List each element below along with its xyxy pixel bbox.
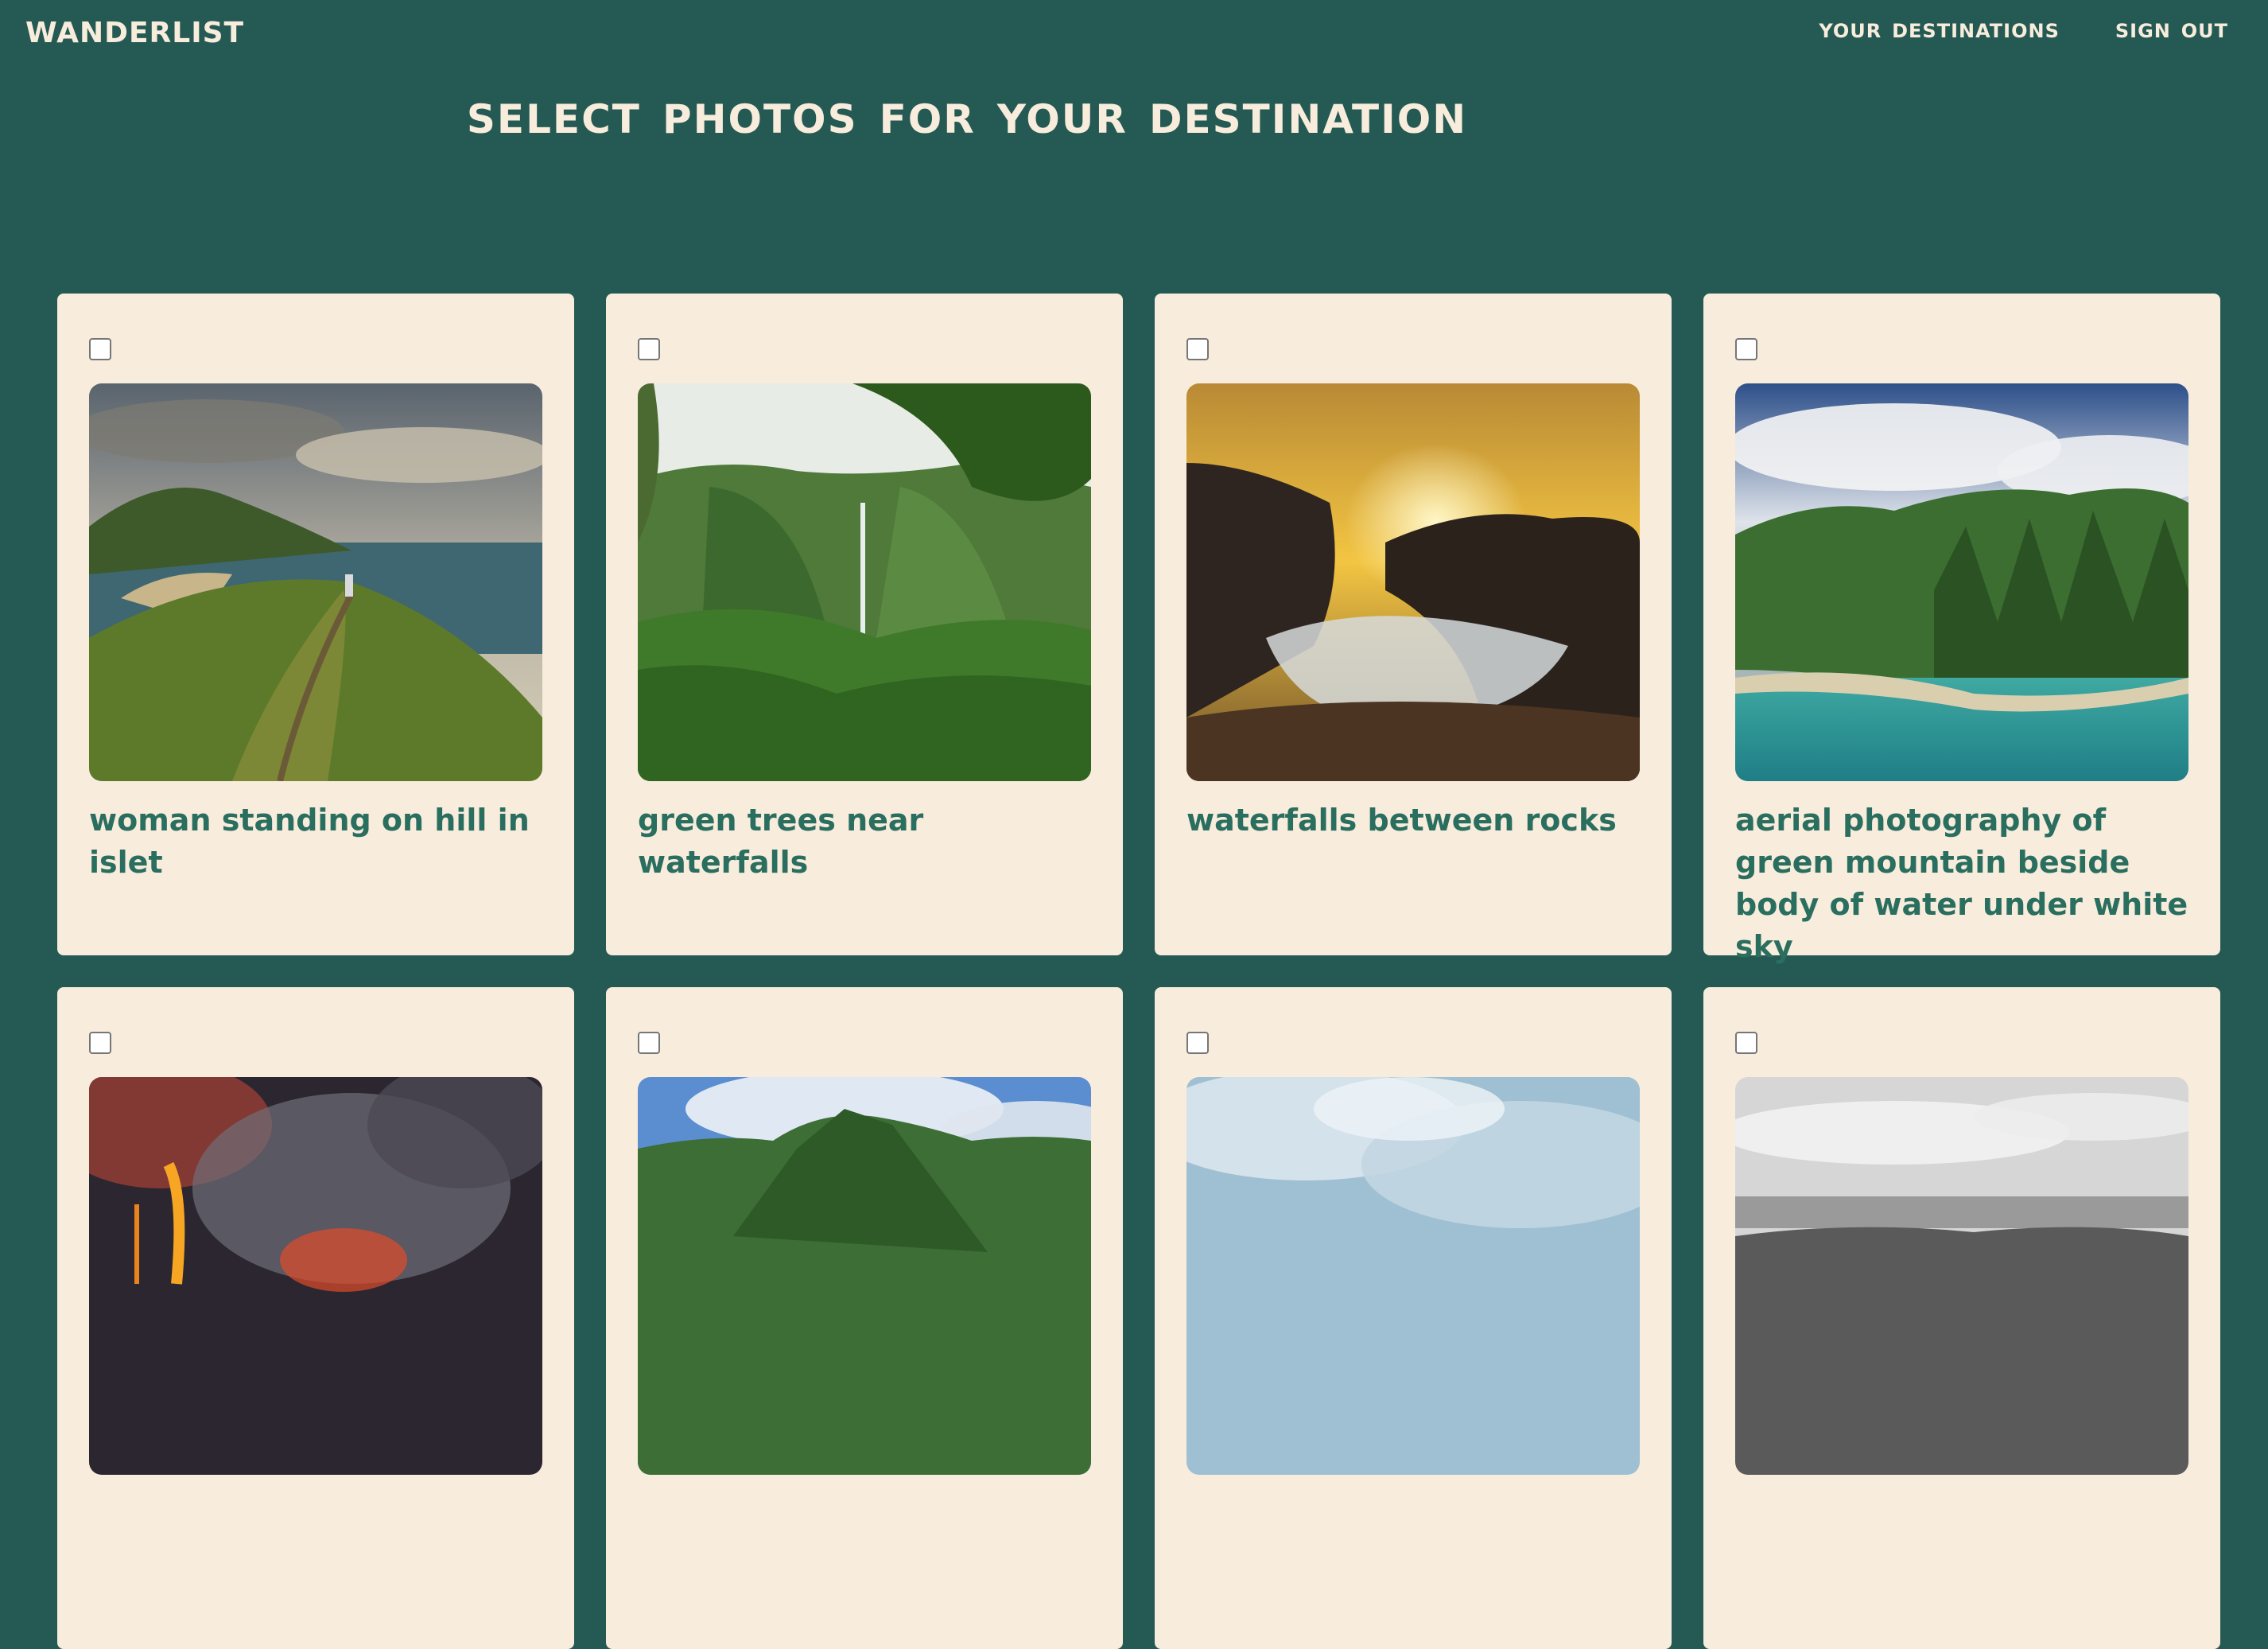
- photo-image[interactable]: [638, 383, 1091, 781]
- photo-card[interactable]: [1155, 987, 1672, 1649]
- photo-select-checkbox[interactable]: [638, 338, 660, 360]
- photo-card[interactable]: aerial photography of green mountain bes…: [1703, 294, 2220, 964]
- photo-grid: woman standing on hill in islet green tr…: [57, 294, 2220, 1649]
- top-bar: wanderlist your destinations sign out: [0, 0, 2268, 64]
- photo-image[interactable]: [89, 1077, 542, 1475]
- page-title: select photos for your destination: [466, 80, 1468, 146]
- photo-select-checkbox[interactable]: [1735, 1032, 1757, 1054]
- photo-image[interactable]: [1735, 1077, 2188, 1475]
- photo-card[interactable]: [1703, 987, 2220, 1649]
- photo-image[interactable]: [638, 1077, 1091, 1475]
- photo-card[interactable]: waterfalls between rocks: [1155, 294, 1672, 955]
- photo-select-checkbox[interactable]: [1735, 338, 1757, 360]
- app-logo[interactable]: wanderlist: [25, 5, 244, 53]
- photo-card[interactable]: [57, 987, 574, 1649]
- photo-select-checkbox[interactable]: [638, 1032, 660, 1054]
- photo-card[interactable]: woman standing on hill in islet: [57, 294, 574, 955]
- photo-image[interactable]: [1186, 1077, 1640, 1475]
- photo-caption: woman standing on hill in islet: [89, 803, 530, 880]
- photo-caption: aerial photography of green mountain bes…: [1735, 803, 2188, 964]
- photo-caption: waterfalls between rocks: [1186, 803, 1617, 838]
- photo-select-checkbox[interactable]: [1186, 338, 1209, 360]
- nav-your-destinations-link[interactable]: your destinations: [1819, 13, 2060, 45]
- nav-sign-out-link[interactable]: sign out: [2115, 13, 2228, 45]
- photo-image[interactable]: [1735, 383, 2188, 781]
- photo-select-checkbox[interactable]: [89, 338, 111, 360]
- photo-image[interactable]: [89, 383, 542, 781]
- photo-card[interactable]: green trees near waterfalls: [606, 294, 1123, 955]
- photo-caption: green trees near waterfalls: [638, 803, 924, 880]
- top-nav: your destinations sign out: [1819, 13, 2228, 45]
- photo-image[interactable]: [1186, 383, 1640, 781]
- photo-select-checkbox[interactable]: [89, 1032, 111, 1054]
- photo-card[interactable]: [606, 987, 1123, 1649]
- photo-select-checkbox[interactable]: [1186, 1032, 1209, 1054]
